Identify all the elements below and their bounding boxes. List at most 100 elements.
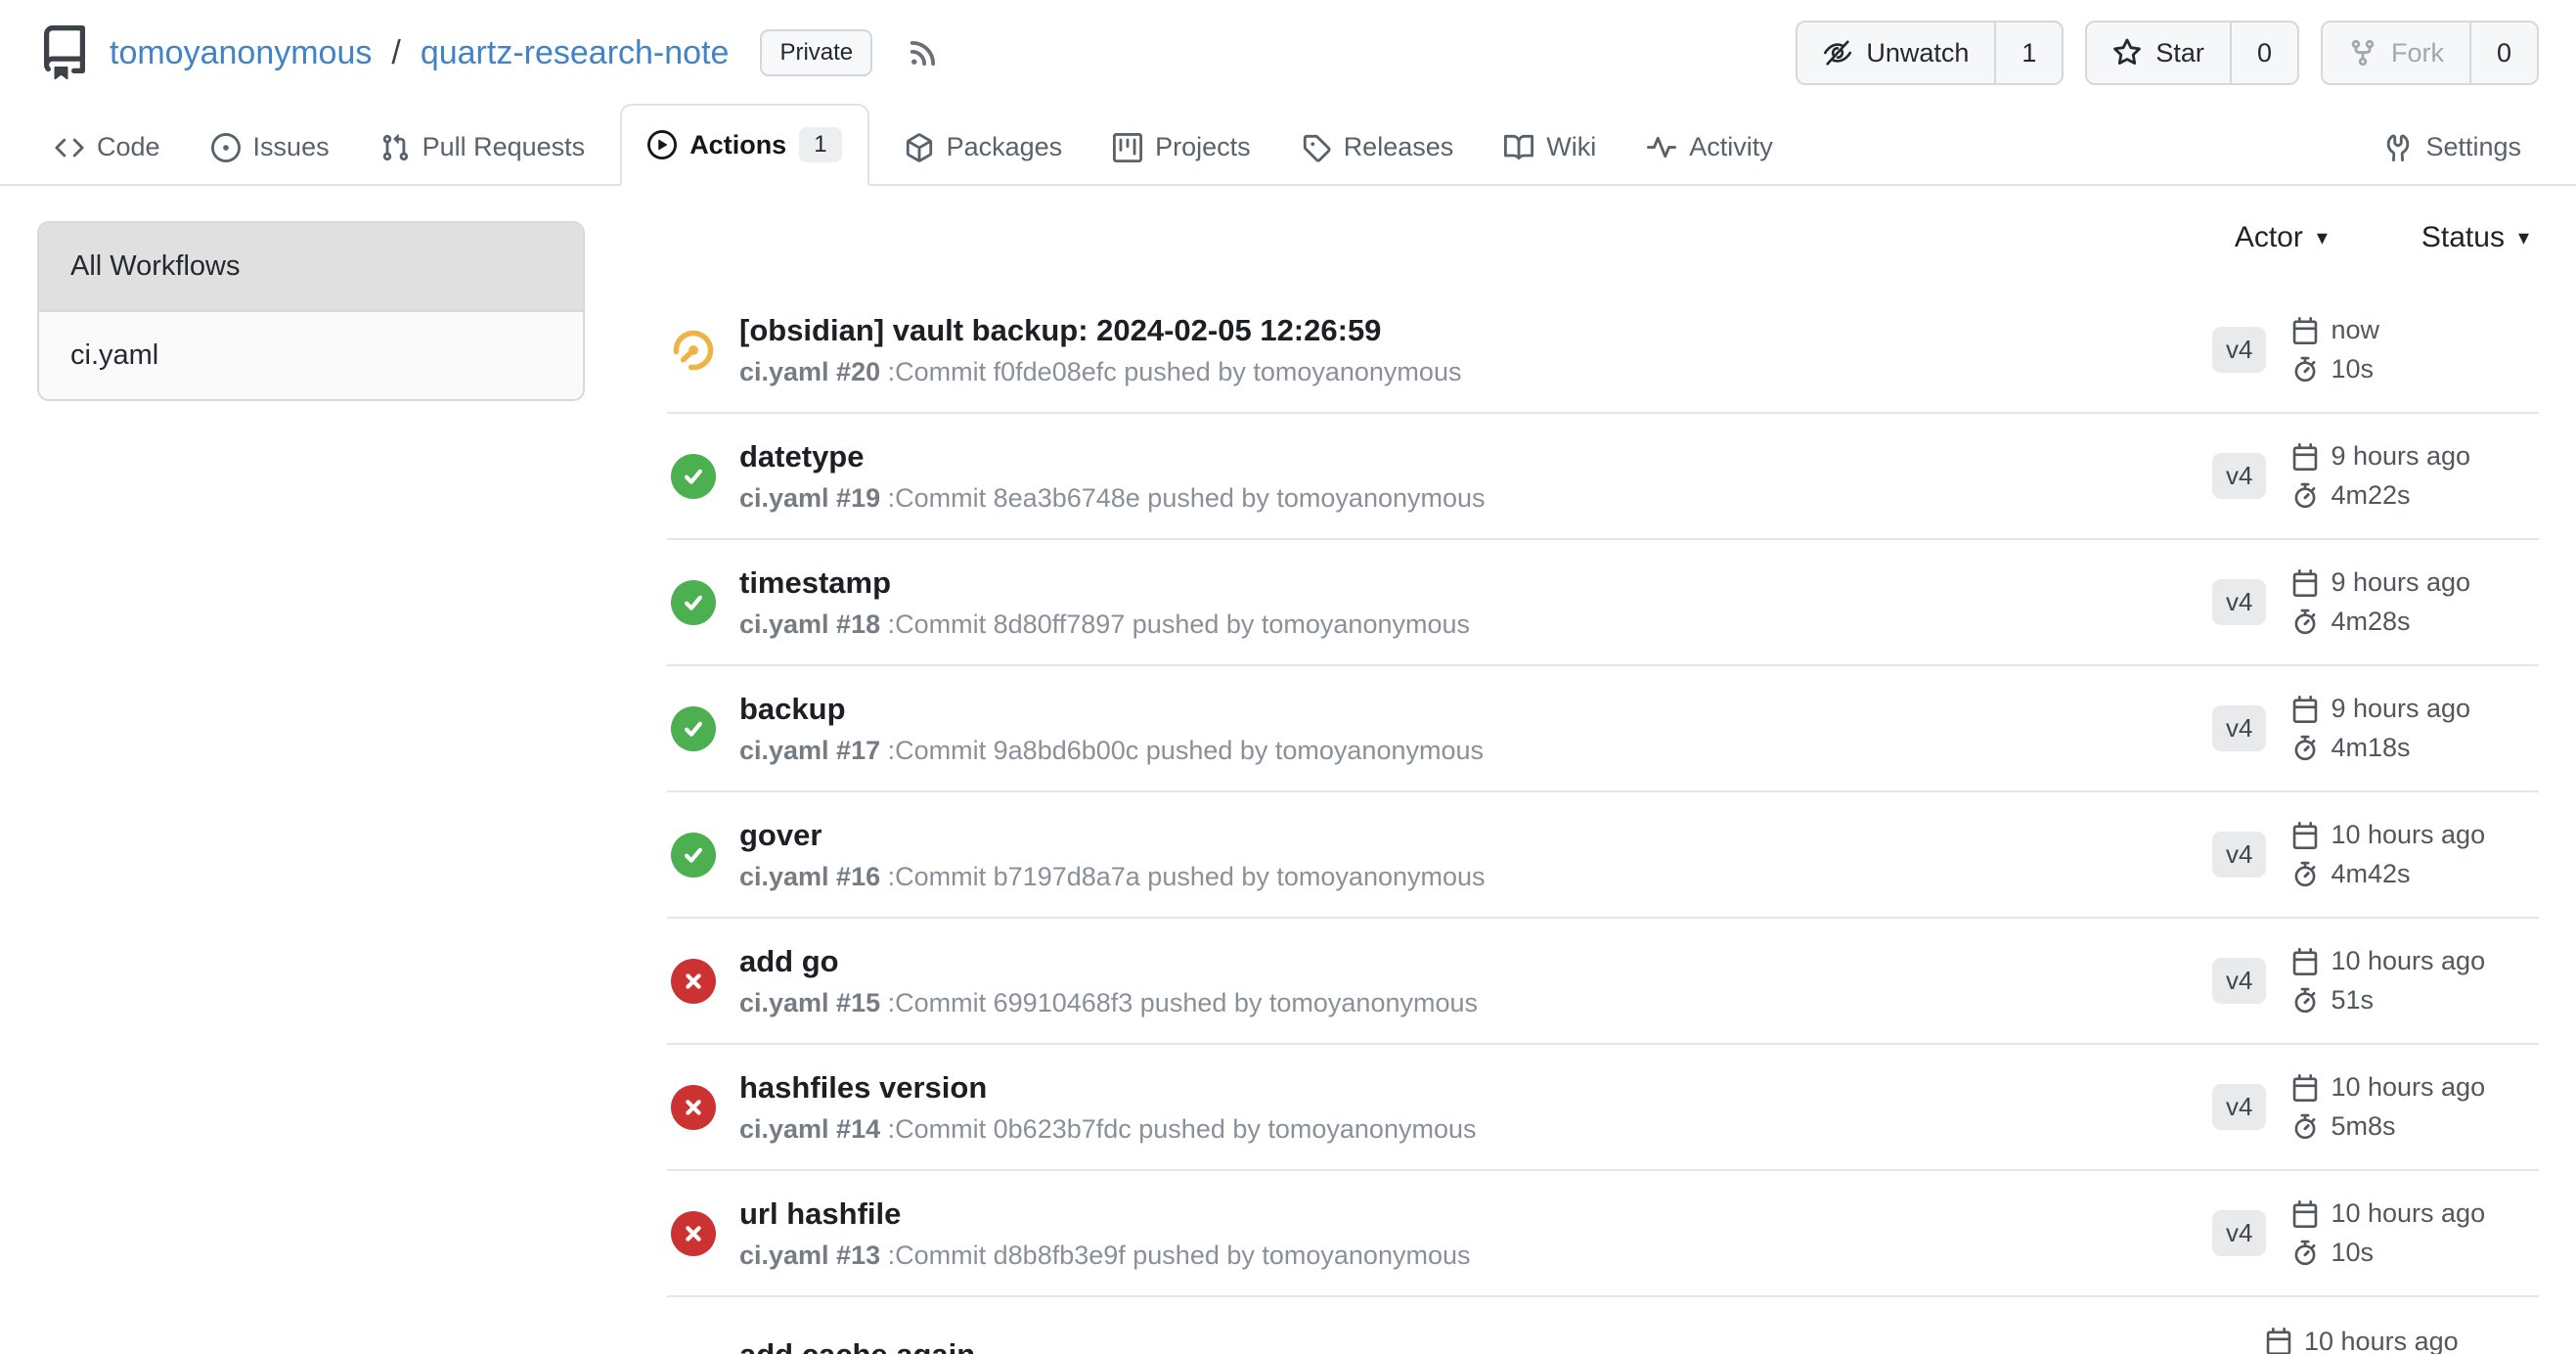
run-commit-message: :Commit d8b8fb3e9f pushed by tomoyanonym… [888,1241,1471,1270]
sidebar-item-all-workflows[interactable]: All Workflows [39,223,583,312]
run-version-badge: v4 [2212,453,2266,499]
fork-icon [2348,38,2377,68]
tab-wiki[interactable]: Wiki [1488,111,1612,184]
tab-releases[interactable]: Releases [1286,111,1470,184]
tab-projects[interactable]: Projects [1097,111,1266,184]
code-icon [55,133,84,162]
status-filter-dropdown[interactable]: Status ▾ [2421,221,2529,254]
star-button[interactable]: Star [2087,23,2230,83]
rss-icon[interactable] [906,35,941,70]
run-main: datetype ci.yaml #19 :Commit 8ea3b6748e … [739,439,2212,514]
run-title-link[interactable]: add go [739,944,2212,979]
run-title-link[interactable]: [obsidian] vault backup: 2024-02-05 12:2… [739,313,2212,348]
run-version-badge: v4 [2212,832,2266,878]
calendar-icon [2291,569,2319,597]
sidebar-item-ci-yaml[interactable]: ci.yaml [39,312,583,399]
tab-settings-label: Settings [2425,132,2521,162]
run-duration-text: 5m8s [2331,1111,2395,1142]
run-commit-message: :Commit 9a8bd6b00c pushed by tomoyanonym… [888,736,1484,765]
unwatch-label: Unwatch [1866,38,1969,68]
run-subtitle: ci.yaml #18 :Commit 8d80ff7897 pushed by… [739,609,2212,640]
run-when: 10 hours ago [2291,946,2485,976]
calendar-icon [2291,1200,2319,1228]
chevron-down-icon: ▾ [2317,225,2328,250]
run-times: 10 hours ago 51s [2291,946,2485,1016]
run-workflow-ref: ci.yaml #14 [739,1114,880,1144]
run-times: 10 hours ago 4m42s [2291,820,2485,889]
tab-activity[interactable]: Activity [1631,111,1789,184]
unwatch-button[interactable]: Unwatch [1798,23,1994,83]
run-commit-message: :Commit 8d80ff7897 pushed by tomoyanonym… [888,609,1470,639]
run-when: 10 hours ago [2265,1327,2459,1354]
run-times: 9 hours ago 4m22s [2291,441,2470,511]
status-success-icon [671,454,716,499]
tab-projects-label: Projects [1155,132,1251,162]
run-title-link[interactable]: gover [739,818,2212,853]
status-success-icon [671,580,716,625]
run-title-link[interactable]: url hashfile [739,1196,2212,1232]
run-list-panel: Actor ▾ Status ▾ [obsidian] vault backup… [667,209,2539,1354]
run-row: add cache again 10 hours ago [667,1297,2539,1354]
run-when-text: 10 hours ago [2331,1198,2485,1229]
tab-activity-label: Activity [1689,132,1773,162]
run-meta: v4 10 hours ago 4m42s [2212,820,2535,889]
star-count[interactable]: 0 [2230,23,2297,83]
watch-count[interactable]: 1 [1994,23,2062,83]
fork-button[interactable]: Fork [2323,23,2469,83]
tab-wiki-label: Wiki [1546,132,1596,162]
run-title-link[interactable]: timestamp [739,565,2212,601]
run-title-link[interactable]: hashfiles version [739,1070,2212,1106]
status-failure-icon [671,1211,716,1256]
run-title-link[interactable]: backup [739,692,2212,727]
tab-packages[interactable]: Packages [889,111,1079,184]
calendar-icon [2291,822,2319,849]
run-duration-text: 10s [2331,1238,2374,1268]
run-subtitle: ci.yaml #15 :Commit 69910468f3 pushed by… [739,988,2212,1018]
tab-packages-label: Packages [947,132,1063,162]
calendar-icon [2291,696,2319,723]
eye-slash-icon [1823,38,1852,68]
run-status-icon [671,1337,716,1354]
run-commit-message: :Commit b7197d8a7a pushed by tomoyanonym… [888,862,1486,891]
chevron-down-icon: ▾ [2518,225,2529,250]
repo-owner-link[interactable]: tomoyanonymous [110,34,372,72]
actor-filter-dropdown[interactable]: Actor ▾ [2235,221,2328,254]
tab-settings[interactable]: Settings [2368,111,2537,184]
run-when: now [2291,315,2379,345]
repo-name-link[interactable]: quartz-research-note [421,34,730,72]
run-row: gover ci.yaml #16 :Commit b7197d8a7a pus… [667,792,2539,919]
status-success-icon [671,706,716,751]
run-title-link[interactable]: datetype [739,439,2212,474]
run-duration: 51s [2291,985,2485,1016]
tab-releases-label: Releases [1344,132,1454,162]
issue-opened-icon [211,133,241,162]
run-meta: v4 10 hours ago 10s [2212,1198,2535,1268]
run-when-text: 9 hours ago [2331,694,2470,724]
tab-pull-requests[interactable]: Pull Requests [365,111,601,184]
run-row: datetype ci.yaml #19 :Commit 8ea3b6748e … [667,414,2539,540]
stopwatch-icon [2291,735,2319,762]
star-icon [2112,38,2142,68]
run-duration: 4m42s [2291,859,2485,889]
run-duration-text: 10s [2331,354,2374,384]
calendar-icon [2291,443,2319,471]
fork-count[interactable]: 0 [2469,23,2537,83]
run-when: 9 hours ago [2291,567,2470,598]
workflow-sidebar: All Workflows ci.yaml [37,221,585,401]
run-when: 9 hours ago [2291,694,2470,724]
pull-request-icon [380,133,410,162]
tab-issues[interactable]: Issues [196,111,345,184]
tab-actions[interactable]: Actions 1 [620,104,868,186]
run-row: [obsidian] vault backup: 2024-02-05 12:2… [667,288,2539,414]
run-commit-message: :Commit 8ea3b6748e pushed by tomoyanonym… [888,483,1486,513]
run-duration-text: 4m22s [2331,480,2410,511]
tab-issues-label: Issues [253,132,330,162]
run-title-link[interactable]: add cache again [739,1337,2212,1354]
run-workflow-ref: ci.yaml #17 [739,736,880,765]
run-when-text: 10 hours ago [2304,1327,2459,1354]
run-main: hashfiles version ci.yaml #14 :Commit 0b… [739,1070,2212,1145]
run-when: 10 hours ago [2291,1198,2485,1229]
status-running-icon [671,328,716,373]
tab-code[interactable]: Code [39,111,176,184]
tab-actions-label: Actions [689,130,786,160]
